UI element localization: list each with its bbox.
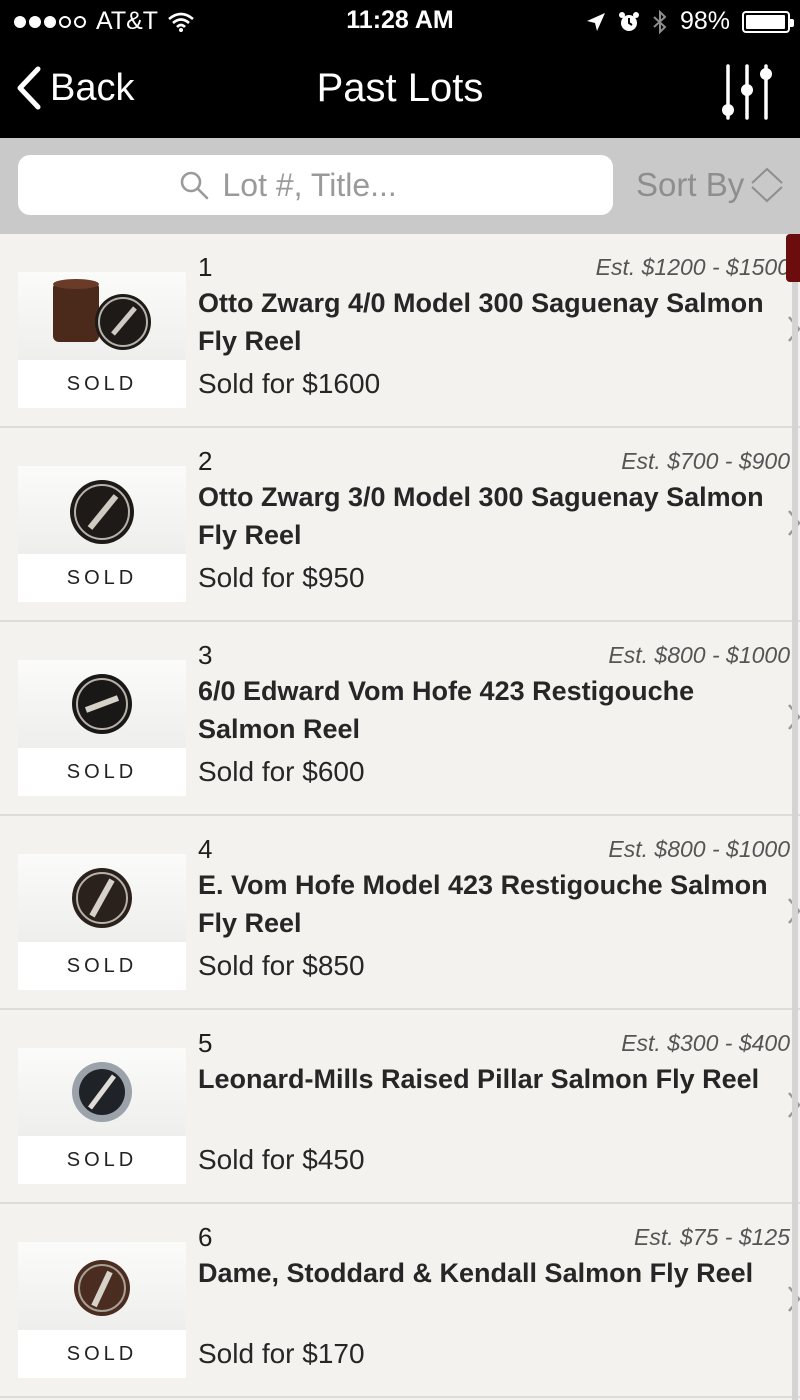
lot-estimate: Est. $700 - $900: [621, 448, 790, 474]
location-arrow-icon: [586, 12, 605, 31]
lot-row[interactable]: SOLD 6 Est. $75 - $125 Dame, Stoddard & …: [0, 1204, 800, 1398]
lot-number: 2: [198, 446, 213, 476]
sliders-icon: [722, 64, 772, 120]
lot-estimate: Est. $800 - $1000: [608, 836, 790, 862]
lot-sold-price: Sold for $600: [198, 756, 365, 787]
lot-row[interactable]: SOLD 1 Est. $1200 - $1500 Otto Zwarg 4/0…: [0, 234, 800, 428]
sold-badge: SOLD: [66, 372, 138, 395]
sold-badge: SOLD: [66, 1342, 138, 1365]
lot-estimate: Est. $1200 - $1500: [595, 254, 790, 280]
lot-image: [18, 272, 186, 360]
lot-image: [18, 1048, 186, 1136]
reel-image-icon: [53, 279, 151, 350]
lot-image: [18, 854, 186, 942]
search-icon: [180, 171, 208, 200]
search-bar: Sort By: [0, 138, 800, 234]
lot-sold-price: Sold for $450: [198, 1144, 365, 1175]
lot-image: [18, 1242, 186, 1330]
lot-list[interactable]: SOLD 1 Est. $1200 - $1500 Otto Zwarg 4/0…: [0, 234, 800, 1400]
lot-row[interactable]: SOLD 4 Est. $800 - $1000 E. Vom Hofe Mod…: [0, 816, 800, 1010]
reel-image-icon: [72, 1062, 132, 1122]
lot-thumbnail: SOLD: [18, 466, 186, 602]
lot-row[interactable]: SOLD 3 Est. $800 - $1000 6/0 Edward Vom …: [0, 622, 800, 816]
back-button[interactable]: Back: [16, 66, 134, 110]
filter-button[interactable]: [720, 62, 774, 120]
lot-image: [18, 660, 186, 748]
lot-number: 1: [198, 252, 213, 282]
lot-title: Otto Zwarg 4/0 Model 300 Saguenay Salmon…: [198, 288, 764, 356]
lot-number: 5: [198, 1028, 213, 1058]
chevron-left-icon: [17, 66, 41, 110]
lot-thumbnail: SOLD: [18, 272, 186, 408]
lot-title: Otto Zwarg 3/0 Model 300 Saguenay Salmon…: [198, 482, 764, 550]
lot-estimate: Est. $75 - $125: [634, 1224, 790, 1250]
lot-number: 3: [198, 640, 213, 670]
search-box[interactable]: [18, 155, 613, 215]
scroll-track: [792, 234, 798, 1400]
lot-thumbnail: SOLD: [18, 660, 186, 796]
back-label: Back: [50, 66, 135, 109]
lot-title: 6/0 Edward Vom Hofe 423 Restigouche Salm…: [198, 676, 695, 744]
lot-thumbnail: SOLD: [18, 854, 186, 990]
lot-estimate: Est. $300 - $400: [621, 1030, 790, 1056]
lot-image: [18, 466, 186, 554]
lot-sold-price: Sold for $850: [198, 950, 365, 981]
battery-percent: 98%: [679, 7, 730, 35]
lot-row[interactable]: SOLD 2 Est. $700 - $900 Otto Zwarg 3/0 M…: [0, 428, 800, 622]
search-input[interactable]: [222, 166, 453, 204]
sort-arrows-icon: [751, 167, 783, 203]
scroll-indicator[interactable]: [786, 234, 800, 282]
navigation-bar: Back Past Lots: [0, 42, 800, 138]
lot-sold-price: Sold for $950: [198, 562, 365, 593]
lot-row[interactable]: SOLD 5 Est. $300 - $400 Leonard-Mills Ra…: [0, 1010, 800, 1204]
lot-number: 4: [198, 834, 213, 864]
lot-title: Leonard-Mills Raised Pillar Salmon Fly R…: [198, 1064, 760, 1094]
alarm-icon: [618, 11, 639, 31]
battery-level: [746, 14, 786, 29]
status-bar-right: 98%: [586, 7, 794, 36]
reel-image-icon: [72, 674, 132, 734]
lot-sold-price: Sold for $1600: [198, 368, 381, 399]
lot-title: Dame, Stoddard & Kendall Salmon Fly Reel: [198, 1258, 754, 1288]
reel-image-icon: [70, 480, 134, 544]
lot-thumbnail: SOLD: [18, 1242, 186, 1378]
reel-image-icon: [74, 1260, 130, 1316]
reel-image-icon: [72, 868, 132, 928]
lot-title: E. Vom Hofe Model 423 Restigouche Salmon…: [198, 870, 768, 938]
lot-thumbnail: SOLD: [18, 1048, 186, 1184]
bluetooth-icon: [653, 9, 667, 34]
battery-icon: [742, 10, 794, 33]
sold-badge: SOLD: [66, 566, 138, 589]
sold-badge: SOLD: [66, 1148, 138, 1171]
status-bar: AT&T 11:28 AM 98%: [0, 0, 800, 42]
lot-number: 6: [198, 1222, 213, 1252]
lot-estimate: Est. $800 - $1000: [608, 642, 790, 668]
lot-sold-price: Sold for $170: [198, 1338, 365, 1369]
sort-by-button[interactable]: Sort By: [636, 166, 784, 204]
sold-badge: SOLD: [66, 954, 138, 977]
sold-badge: SOLD: [66, 760, 138, 783]
sort-by-label: Sort By: [636, 166, 745, 203]
